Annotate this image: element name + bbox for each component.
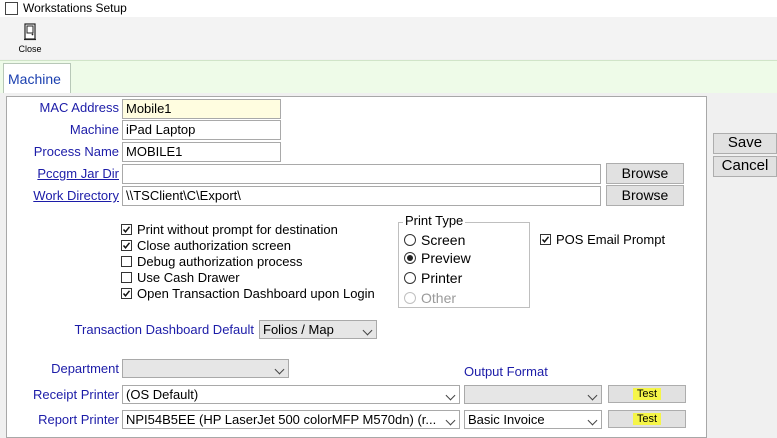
window-title: Workstations Setup	[23, 1, 127, 15]
radio	[404, 292, 416, 304]
chevron-down-icon	[445, 390, 456, 401]
work-directory-label: Work Directory	[33, 188, 119, 203]
option-label: Debug authorization process	[137, 254, 303, 269]
print-type-legend: Print Type	[403, 213, 466, 228]
close-label: Close	[18, 44, 42, 54]
process-name-label: Process Name	[33, 144, 119, 159]
department-select[interactable]	[122, 359, 289, 378]
radio[interactable]	[404, 234, 416, 246]
option-debug-authorization[interactable]: Debug authorization process	[121, 254, 391, 270]
print-type-other: Other	[404, 290, 514, 307]
dashboard-default-value: Folios / Map	[263, 322, 334, 337]
print-type-preview[interactable]: Preview	[404, 250, 514, 267]
receipt-output-format-select[interactable]	[464, 385, 602, 404]
option-close-authorization[interactable]: Close authorization screen	[121, 238, 391, 254]
close-button[interactable]: Close	[11, 20, 49, 58]
checkbox[interactable]	[121, 224, 132, 235]
tab-machine[interactable]: Machine	[3, 63, 71, 93]
report-printer-select[interactable]: NPI54B5EE (HP LaserJet 500 colorMFP M570…	[122, 410, 460, 429]
radio-label: Screen	[421, 232, 466, 248]
report-printer-label: Report Printer	[38, 412, 119, 427]
receipt-printer-label: Receipt Printer	[33, 387, 119, 402]
option-label: Print without prompt for destination	[137, 222, 338, 237]
chevron-down-icon	[587, 390, 598, 401]
option-use-cash-drawer[interactable]: Use Cash Drawer	[121, 270, 391, 286]
mac-address-field[interactable]: Mobile1	[122, 99, 281, 119]
checkbox[interactable]	[121, 256, 132, 267]
option-open-dashboard[interactable]: Open Transaction Dashboard upon Login	[121, 286, 391, 302]
window-icon	[5, 2, 18, 15]
checkbox[interactable]	[121, 272, 132, 283]
print-type-printer[interactable]: Printer	[404, 270, 514, 287]
receipt-printer-value: (OS Default)	[126, 387, 199, 402]
department-label: Department	[51, 361, 119, 376]
work-directory-browse-button[interactable]: Browse	[606, 185, 684, 206]
radio[interactable]	[404, 272, 416, 284]
radio-label: Preview	[421, 250, 471, 266]
radio-label: Other	[421, 290, 457, 306]
chevron-down-icon	[445, 415, 456, 426]
report-output-format-value: Basic Invoice	[468, 412, 545, 427]
report-test-label: Test	[632, 413, 662, 425]
option-label: Close authorization screen	[137, 238, 291, 253]
option-label: Open Transaction Dashboard upon Login	[137, 286, 375, 301]
machine-field[interactable]: iPad Laptop	[122, 120, 281, 140]
receipt-test-label: Test	[632, 388, 662, 400]
receipt-printer-select[interactable]: (OS Default)	[122, 385, 460, 404]
tab-strip	[0, 60, 777, 93]
toolbar	[0, 17, 777, 59]
report-output-format-select[interactable]: Basic Invoice	[464, 410, 602, 429]
pos-email-label: POS Email Prompt	[556, 232, 666, 247]
radio[interactable]	[404, 252, 416, 264]
process-name-field[interactable]: MOBILE1	[122, 142, 281, 162]
receipt-test-button[interactable]: Test	[608, 385, 686, 403]
option-print-without-prompt[interactable]: Print without prompt for destination	[121, 222, 391, 238]
print-type-screen[interactable]: Screen	[404, 232, 514, 249]
save-button[interactable]: Save	[713, 133, 777, 154]
checkbox[interactable]	[121, 288, 132, 299]
chevron-down-icon	[362, 325, 373, 336]
checkbox[interactable]	[540, 234, 551, 245]
pccgm-jar-dir-field[interactable]	[122, 164, 601, 184]
option-label: Use Cash Drawer	[137, 270, 240, 285]
cancel-button[interactable]: Cancel	[713, 156, 777, 177]
dashboard-default-select[interactable]: Folios / Map	[259, 320, 377, 339]
pccgm-jar-dir-label: Pccgm Jar Dir	[37, 166, 119, 181]
machine-label: Machine	[69, 122, 119, 137]
radio-label: Printer	[421, 270, 463, 286]
mac-address-label: MAC Address	[39, 100, 119, 115]
chevron-down-icon	[274, 364, 285, 375]
checkbox[interactable]	[121, 240, 132, 251]
pccgm-browse-button[interactable]: Browse	[606, 163, 684, 184]
door-icon	[24, 23, 36, 41]
dashboard-default-label: Transaction Dashboard Default	[74, 322, 254, 337]
work-directory-field[interactable]: \\TSClient\C\Export\	[122, 186, 601, 206]
chevron-down-icon	[587, 415, 598, 426]
tab-machine-label: Machine	[8, 71, 61, 87]
pos-email-prompt[interactable]: POS Email Prompt	[540, 232, 680, 248]
report-test-button[interactable]: Test	[608, 410, 686, 428]
report-printer-value: NPI54B5EE (HP LaserJet 500 colorMFP M570…	[126, 412, 437, 427]
output-format-label: Output Format	[464, 364, 548, 379]
